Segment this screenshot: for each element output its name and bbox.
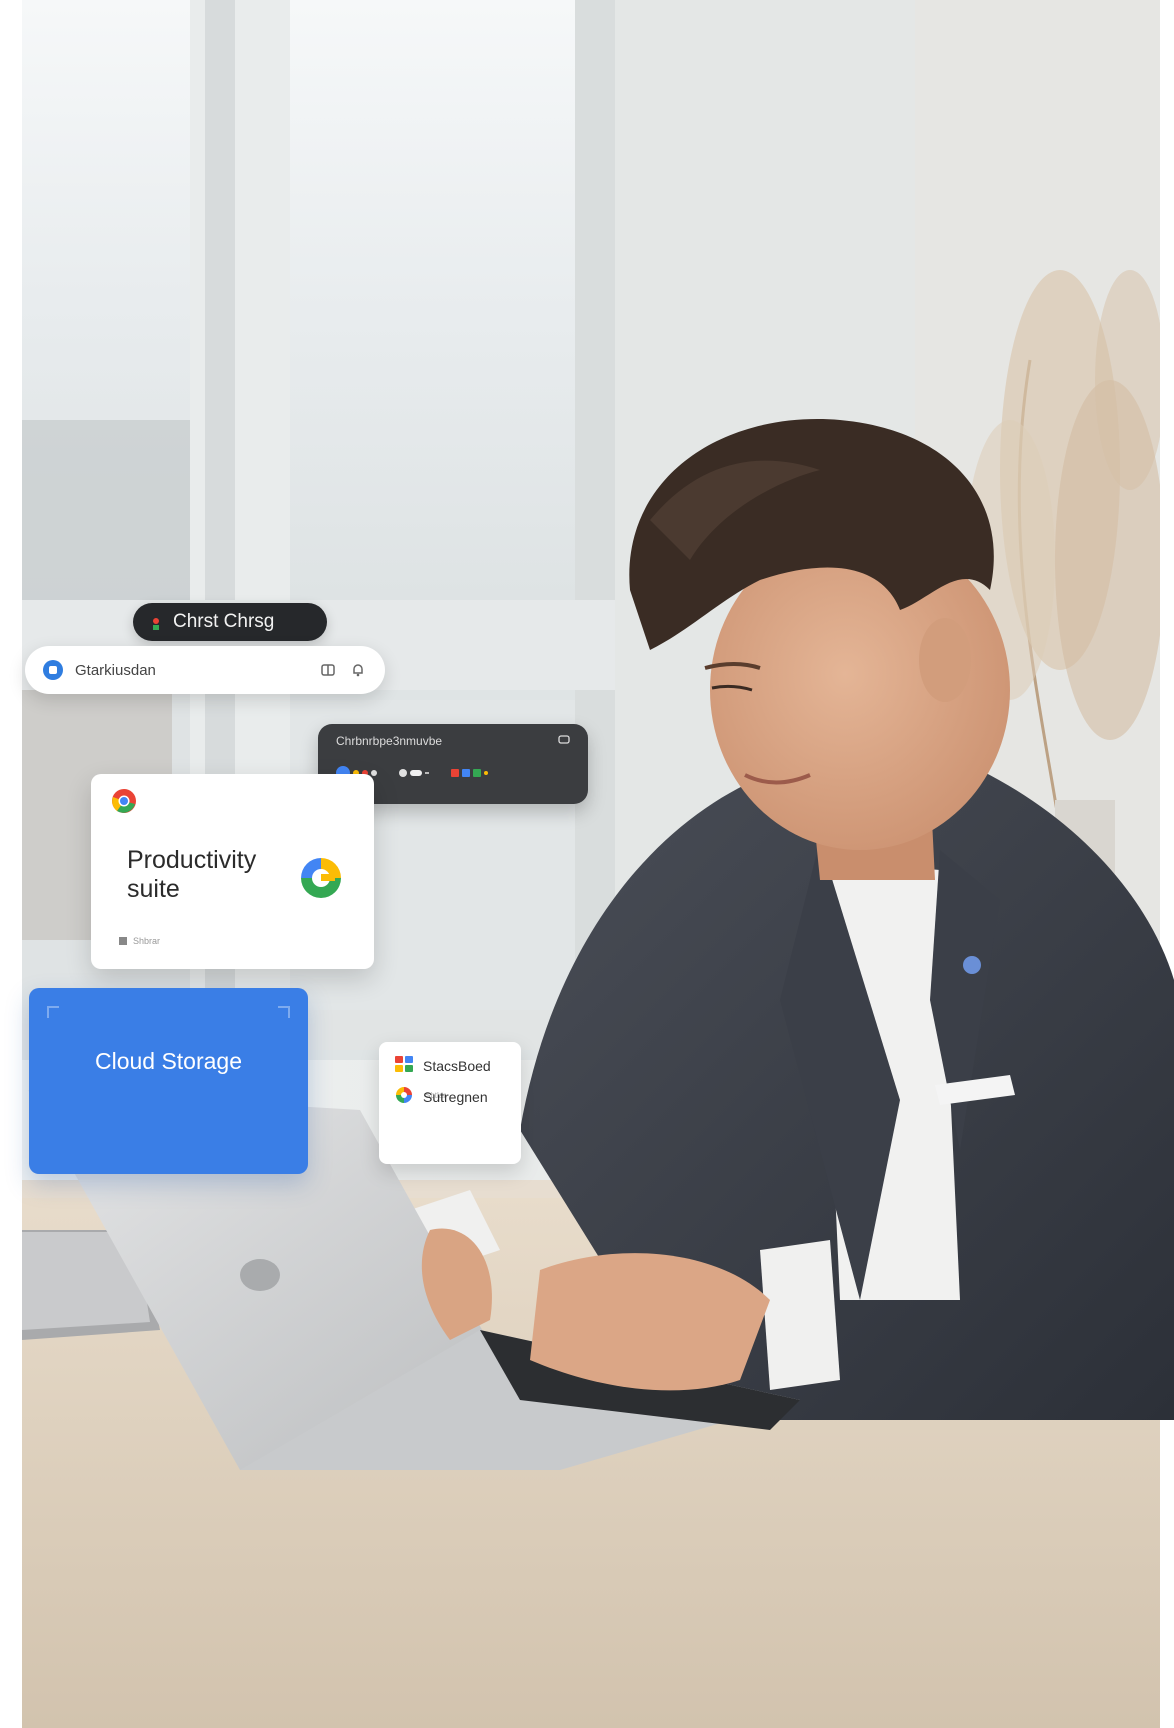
apps-panel-title: Chrbnrbpe3nmuvbe [336,734,443,748]
mini-card-item[interactable]: Sutregnen [395,1086,505,1107]
chat-icon[interactable] [558,734,570,748]
search-input[interactable]: Gtarkiusdan [75,662,307,679]
mini-card-item-label: Sutregnen [423,1088,488,1105]
google-dot-icon [151,615,161,630]
colorful-grid-icon [395,1056,413,1075]
mini-card-item[interactable]: StacsBoed [395,1056,505,1075]
account-pill-label: Chrst Chrsg [173,611,275,632]
account-pill[interactable]: Chrst Chrsg [133,603,327,641]
app-badge-icon [43,660,63,680]
chrome-icon [111,789,137,818]
productivity-card[interactable]: Productivity suite Shbrar [91,774,374,969]
mini-card-item-label: StacsBoed [423,1057,491,1074]
google-g-icon [297,854,345,907]
search-bar[interactable]: Gtarkiusdan [25,646,385,694]
productivity-footer: Shbrar [119,936,160,946]
pinwheel-icon [395,1086,413,1107]
cloud-storage-label: Cloud Storage [94,1048,243,1074]
app-tiles-icon[interactable] [451,769,488,777]
apps-mini-card[interactable]: StacsBoed Sbtlar Sutregnen [379,1042,521,1164]
grid-icon[interactable] [319,661,337,679]
cloud-storage-card[interactable]: Cloud Storage [29,988,308,1174]
productivity-title: Productivity suite [127,846,257,903]
bell-icon[interactable] [349,661,367,679]
people-icon[interactable] [399,769,429,777]
